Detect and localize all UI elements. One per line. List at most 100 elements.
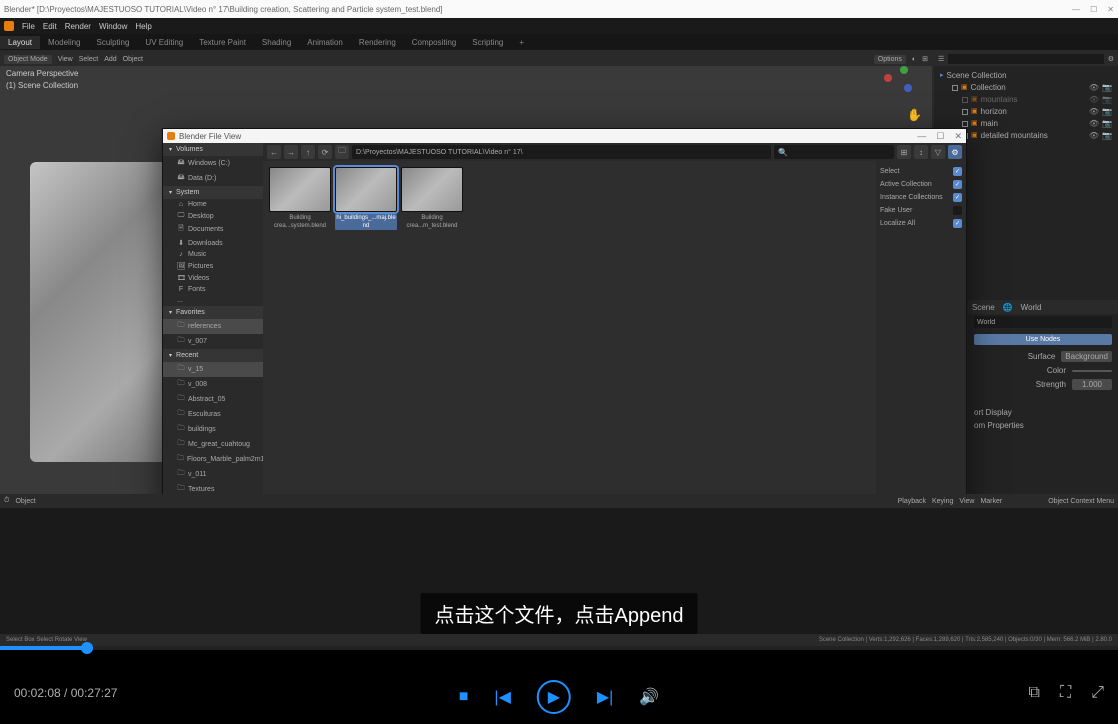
nav-newfolder-icon[interactable]: 🗀 bbox=[335, 145, 349, 159]
checkbox[interactable] bbox=[953, 206, 962, 215]
nav-gizmo[interactable] bbox=[882, 62, 922, 102]
menu-render[interactable]: Render bbox=[65, 22, 91, 31]
sidebar-item[interactable]: 🗀references bbox=[163, 319, 263, 334]
tab-add[interactable]: + bbox=[511, 36, 532, 49]
tl-marker[interactable]: Marker bbox=[980, 498, 1002, 505]
tab-scripting[interactable]: Scripting bbox=[464, 36, 511, 49]
vp-menu-object[interactable]: Object bbox=[123, 56, 143, 63]
tab-scene[interactable]: Scene bbox=[972, 303, 995, 312]
checkbox-icon[interactable] bbox=[962, 97, 968, 103]
sidebar-item[interactable]: 🗀v_15 bbox=[163, 362, 263, 377]
tl-keying[interactable]: Keying bbox=[932, 498, 953, 505]
pip-icon[interactable]: ⧉ bbox=[1029, 684, 1040, 702]
close-icon[interactable]: ✕ bbox=[1107, 5, 1114, 14]
progress-bar[interactable] bbox=[0, 646, 1118, 650]
next-icon[interactable]: ▶| bbox=[597, 687, 613, 707]
eye-icon[interactable]: 👁 bbox=[1089, 106, 1099, 118]
menu-window[interactable]: Window bbox=[99, 22, 127, 31]
sidebar-item[interactable]: 🖴Windows (C:) bbox=[163, 156, 263, 171]
sidebar-item[interactable]: ⌂Home bbox=[163, 199, 263, 210]
sidebar-item[interactable]: 🎞Videos bbox=[163, 272, 263, 284]
tab-modeling[interactable]: Modeling bbox=[40, 36, 88, 49]
menu-edit[interactable]: Edit bbox=[43, 22, 57, 31]
sidebar-item[interactable]: FFonts bbox=[163, 284, 263, 295]
camera-icon[interactable]: 📷 bbox=[1102, 94, 1112, 106]
world-name-input[interactable] bbox=[974, 316, 1112, 328]
vp-menu-select[interactable]: Select bbox=[79, 56, 98, 63]
tree-item[interactable]: ▣mountains👁📷 bbox=[938, 94, 1114, 106]
vp-menu-view[interactable]: View bbox=[58, 56, 73, 63]
sidebar-item[interactable]: 🗀Abstract_05 bbox=[163, 392, 263, 407]
outliner-search[interactable] bbox=[948, 54, 1103, 64]
tab-rendering[interactable]: Rendering bbox=[351, 36, 404, 49]
hand-icon[interactable]: ✋ bbox=[907, 108, 922, 122]
sidebar-item[interactable]: ♪Music bbox=[163, 249, 263, 260]
sidebar-item[interactable]: 🗀v_008 bbox=[163, 377, 263, 392]
checkbox[interactable]: ✓ bbox=[953, 180, 962, 189]
tl-object[interactable]: Object bbox=[15, 498, 35, 505]
sidebar-item[interactable]: ... bbox=[163, 295, 263, 306]
sidebar-item[interactable]: ⬇Downloads bbox=[163, 237, 263, 249]
sidebar-item[interactable]: 🖼Pictures bbox=[163, 260, 263, 272]
section-system[interactable]: System bbox=[163, 186, 263, 199]
checkbox-icon[interactable] bbox=[962, 121, 968, 127]
file-thumb[interactable]: Building crea...system.blend bbox=[269, 167, 331, 230]
tab-world[interactable]: World bbox=[1021, 303, 1042, 312]
props-extra[interactable]: om Properties bbox=[974, 421, 1024, 430]
color-swatch[interactable] bbox=[1072, 370, 1112, 372]
overlay-icon[interactable]: ⊞ bbox=[922, 55, 928, 63]
sidebar-item[interactable]: 🗀v_011 bbox=[163, 467, 263, 482]
tab-uvediting[interactable]: UV Editing bbox=[137, 36, 191, 49]
sidebar-item[interactable]: 🗀Mc_great_cuahtoug bbox=[163, 437, 263, 452]
checkbox[interactable]: ✓ bbox=[953, 219, 962, 228]
camera-icon[interactable]: 📷 bbox=[1102, 118, 1112, 130]
mode-selector[interactable]: Object Mode bbox=[4, 55, 52, 64]
nav-fwd-icon[interactable]: → bbox=[284, 145, 298, 159]
nav-refresh-icon[interactable]: ⟳ bbox=[318, 145, 332, 159]
nav-back-icon[interactable]: ← bbox=[267, 145, 281, 159]
fullscreen-icon[interactable]: ⤢ bbox=[1091, 684, 1104, 702]
tab-compositing[interactable]: Compositing bbox=[404, 36, 464, 49]
outliner-type-icon[interactable]: ☰ bbox=[938, 55, 944, 63]
tree-item[interactable]: ▣horizon👁📷 bbox=[938, 106, 1114, 118]
settings-icon[interactable]: ⚙ bbox=[948, 145, 962, 159]
camera-icon[interactable]: 📷 bbox=[1102, 130, 1112, 142]
stop-icon[interactable]: ■ bbox=[459, 688, 469, 706]
filter-icon[interactable]: ⚙ bbox=[1108, 55, 1114, 63]
maximize-icon[interactable]: ☐ bbox=[1090, 5, 1097, 14]
camera-icon[interactable]: 📷 bbox=[1102, 82, 1112, 94]
sidebar-item[interactable]: 🗀buildings bbox=[163, 422, 263, 437]
tl-playback[interactable]: Playback bbox=[898, 498, 926, 505]
camera-icon[interactable]: 📷 bbox=[1102, 106, 1112, 118]
checkbox[interactable]: ✓ bbox=[953, 193, 962, 202]
surface-value[interactable]: Background bbox=[1061, 351, 1112, 362]
display-mode-icon[interactable]: ⊞ bbox=[897, 145, 911, 159]
tl-context[interactable]: Object Context Menu bbox=[1048, 498, 1114, 505]
volume-icon[interactable]: 🔊 bbox=[639, 687, 659, 707]
file-thumb[interactable]: hi_buildings_...maj.blend bbox=[335, 167, 397, 230]
prev-icon[interactable]: |◀ bbox=[494, 687, 510, 707]
sidebar-item[interactable]: 🗀Esculturas bbox=[163, 407, 263, 422]
file-thumb[interactable]: Building crea...m_test.blend bbox=[401, 167, 463, 230]
eye-icon[interactable]: 👁 bbox=[1089, 94, 1099, 106]
section-recent[interactable]: Recent bbox=[163, 349, 263, 362]
strength-value[interactable]: 1.000 bbox=[1072, 379, 1112, 390]
tab-texturepaint[interactable]: Texture Paint bbox=[191, 36, 254, 49]
sidebar-item[interactable]: 🖴Data (D:) bbox=[163, 171, 263, 186]
sidebar-item[interactable]: 🗎Documents bbox=[163, 222, 263, 237]
tree-item[interactable]: ▸Scene Collection bbox=[938, 70, 1114, 82]
menu-file[interactable]: File bbox=[22, 22, 35, 31]
path-input[interactable]: D:\Proyectos\MAJESTUOSO TUTORIAL\Video n… bbox=[352, 145, 771, 159]
tab-animation[interactable]: Animation bbox=[299, 36, 351, 49]
section-favorites[interactable]: Favorites bbox=[163, 306, 263, 319]
tab-shading[interactable]: Shading bbox=[254, 36, 299, 49]
filter-icon[interactable]: ▽ bbox=[931, 145, 945, 159]
checkbox-icon[interactable] bbox=[952, 85, 958, 91]
minimize-icon[interactable]: — bbox=[917, 131, 926, 142]
nav-up-icon[interactable]: ↑ bbox=[301, 145, 315, 159]
minimize-icon[interactable]: — bbox=[1072, 5, 1080, 14]
sidebar-item[interactable]: 🖵Desktop bbox=[163, 210, 263, 222]
maximize-icon[interactable]: ☐ bbox=[936, 131, 944, 142]
eye-icon[interactable]: 👁 bbox=[1089, 118, 1099, 130]
props-extra[interactable]: ort Display bbox=[974, 408, 1012, 417]
